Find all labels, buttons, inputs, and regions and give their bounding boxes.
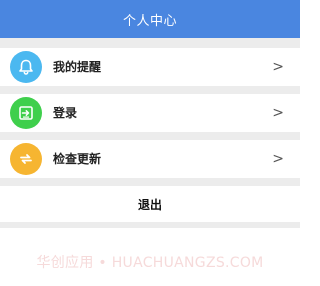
logout-button[interactable]: 退出 bbox=[0, 186, 300, 222]
chevron-right-icon: > bbox=[272, 105, 284, 121]
menu-item-check-update[interactable]: 检查更新 > bbox=[0, 140, 300, 178]
watermark: 华创应用 • HUACHUANGZS.COM bbox=[36, 255, 264, 271]
bell-icon bbox=[10, 51, 42, 83]
login-icon bbox=[10, 97, 42, 129]
menu-item-label: 登录 bbox=[53, 106, 78, 120]
app-header: 个人中心 bbox=[0, 0, 300, 38]
menu-item-label: 检查更新 bbox=[53, 152, 102, 166]
chevron-right-icon: > bbox=[272, 59, 284, 75]
menu-item-reminders[interactable]: 我的提醒 > bbox=[0, 48, 300, 86]
logout-label: 退出 bbox=[137, 197, 162, 212]
menu-item-login[interactable]: 登录 > bbox=[0, 94, 300, 132]
refresh-icon bbox=[10, 143, 42, 175]
chevron-right-icon: > bbox=[272, 151, 284, 167]
menu-item-label: 我的提醒 bbox=[53, 60, 102, 74]
page-title: 个人中心 bbox=[122, 13, 177, 29]
